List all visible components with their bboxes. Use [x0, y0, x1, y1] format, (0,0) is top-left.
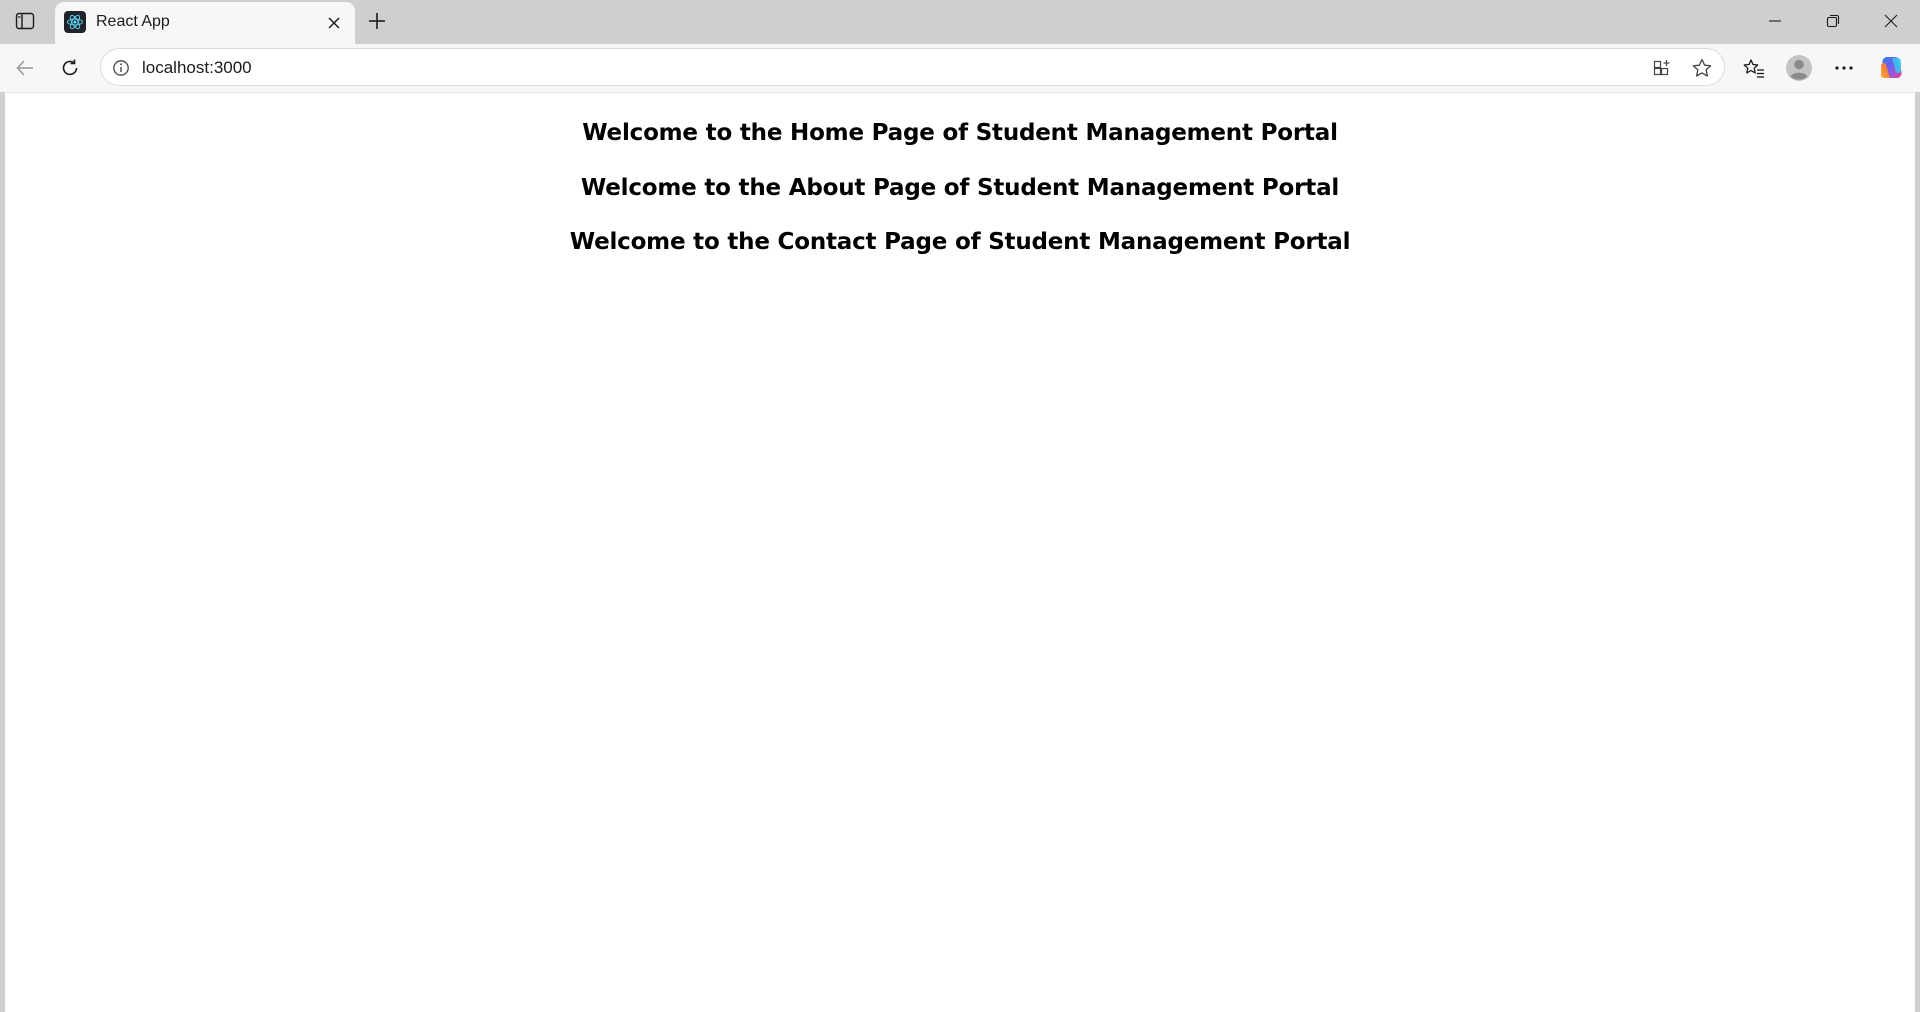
about-heading: Welcome to the About Page of Student Man…	[580, 175, 1340, 201]
browser-toolbar: localhost:3000	[0, 44, 1920, 92]
favorites-list-icon[interactable]	[1737, 52, 1771, 84]
tab-strip: React App	[0, 0, 1920, 44]
page-viewport: Welcome to the Home Page of Student Mana…	[5, 92, 1915, 1012]
app-available-icon[interactable]	[1649, 56, 1675, 80]
tab-react-app[interactable]: React App	[55, 2, 355, 44]
browser-window: React App localhost:3000 Welcome to the …	[0, 0, 1920, 1012]
more-icon[interactable]	[1827, 52, 1861, 84]
plus-icon[interactable]	[362, 6, 392, 36]
back-arrow-icon[interactable]	[8, 52, 42, 84]
star-icon[interactable]	[1689, 56, 1715, 80]
info-icon[interactable]	[109, 56, 133, 80]
address-bar[interactable]: localhost:3000	[100, 48, 1725, 86]
restore-icon[interactable]	[1804, 0, 1862, 42]
tab-title: React App	[96, 13, 170, 30]
home-heading: Welcome to the Home Page of Student Mana…	[582, 120, 1338, 146]
reload-icon[interactable]	[53, 52, 87, 84]
window-close-icon[interactable]	[1862, 0, 1920, 42]
react-logo-icon	[64, 11, 86, 33]
sidebar-toggle-icon[interactable]	[10, 8, 40, 34]
profile-avatar-icon[interactable]	[1782, 52, 1816, 84]
url-text[interactable]: localhost:3000	[142, 58, 252, 78]
copilot-icon[interactable]	[1874, 52, 1908, 84]
contact-heading: Welcome to the Contact Page of Student M…	[569, 229, 1351, 255]
close-icon[interactable]	[322, 11, 346, 35]
minimize-icon[interactable]	[1746, 0, 1804, 42]
